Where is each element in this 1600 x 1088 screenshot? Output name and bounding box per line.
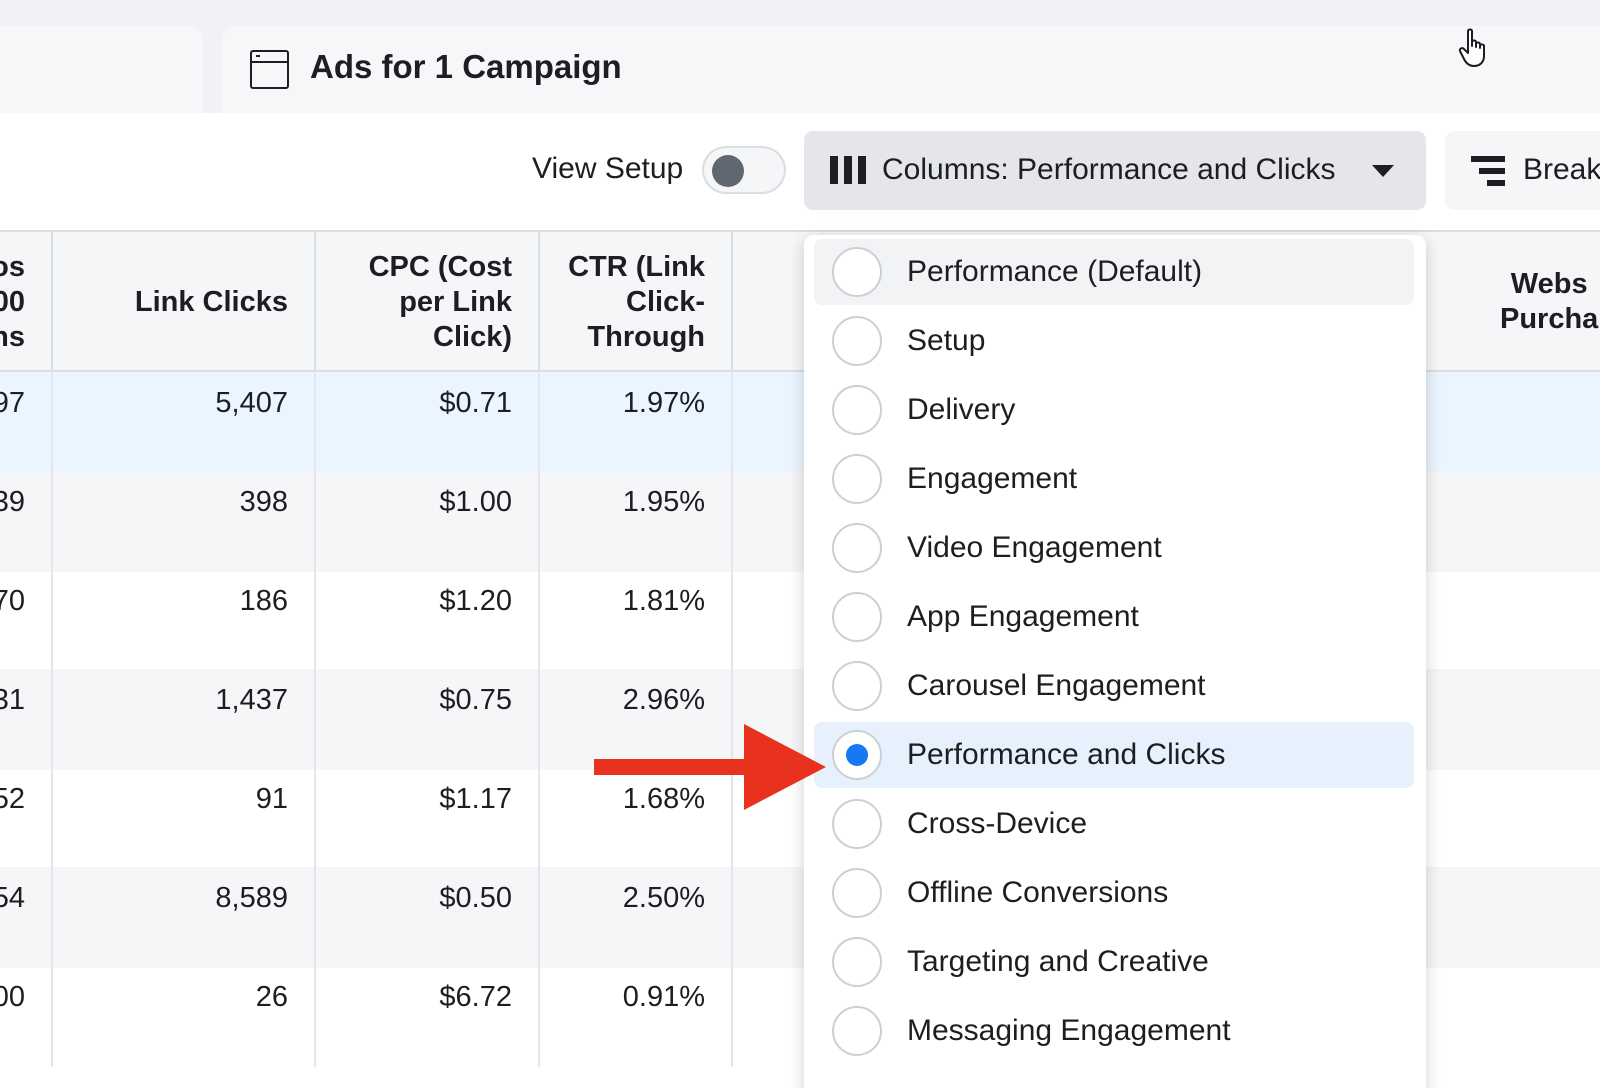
breakdown-button-label: Break: [1523, 153, 1600, 186]
column-header-ctr[interactable]: CTR (Link Click- Through: [540, 232, 733, 372]
column-header-clipped[interactable]: os 00 ns: [0, 232, 53, 372]
view-setup-toggle[interactable]: [702, 146, 786, 194]
cell-clipped: 31: [0, 669, 53, 770]
columns-option[interactable]: Setup: [814, 308, 1414, 374]
radio-button[interactable]: [832, 661, 882, 711]
view-setup-label: View Setup: [532, 152, 684, 185]
cell-link-clicks: 26: [53, 966, 316, 1067]
header-line: Webs: [1510, 268, 1588, 300]
radio-button[interactable]: [832, 523, 882, 573]
hand-pointer-icon: [1458, 28, 1485, 67]
radio-button[interactable]: [832, 385, 882, 435]
radio-button[interactable]: [832, 799, 882, 849]
page-title: Ads for 1 Campaign: [310, 48, 622, 85]
header-line: Link Clicks: [134, 285, 288, 318]
cell-cpc: $1.17: [316, 768, 540, 869]
columns-option-label: Engagement: [907, 462, 1078, 495]
cell-clipped: 52: [0, 768, 53, 869]
cell-link-clicks: 91: [53, 768, 316, 869]
toggle-knob: [712, 155, 744, 187]
header-line: ns: [0, 320, 25, 353]
columns-option[interactable]: Messaging Engagement: [814, 998, 1414, 1064]
columns-option-label: Performance (Default): [907, 255, 1203, 288]
columns-option-label: Offline Conversions: [907, 876, 1169, 909]
cell-cpc: $6.72: [316, 966, 540, 1067]
breakdown-button[interactable]: Break: [1445, 131, 1600, 210]
columns-button-label: Columns: Performance and Clicks: [882, 153, 1336, 186]
header-line: Click-: [626, 285, 705, 318]
cell-clipped: 54: [0, 867, 53, 968]
column-header-website-purchases[interactable]: Webs Purcha: [1430, 232, 1600, 372]
caret-down-icon: [1372, 165, 1394, 177]
arrow-right-icon: [594, 724, 826, 810]
column-header-cpc[interactable]: CPC (Cost per Link Click): [316, 232, 540, 372]
columns-dropdown-button[interactable]: Columns: Performance and Clicks: [804, 131, 1426, 210]
cell-cpc: $1.20: [316, 570, 540, 671]
radio-button[interactable]: [832, 730, 882, 780]
header-line: Click): [433, 320, 512, 353]
cell-clipped: 70: [0, 570, 53, 671]
cell-clipped: 97: [0, 372, 53, 473]
header-line: per Link: [399, 285, 512, 318]
radio-button[interactable]: [832, 1006, 882, 1056]
cell-clipped: 00: [0, 966, 53, 1067]
cell-link-clicks: 1,437: [53, 669, 316, 770]
columns-icon: [830, 156, 868, 184]
columns-option-label: Setup: [907, 324, 986, 357]
header-line: os: [0, 250, 25, 283]
radio-button[interactable]: [832, 868, 882, 918]
previous-tab[interactable]: [0, 26, 203, 121]
columns-option[interactable]: Targeting and Creative: [814, 929, 1414, 995]
cell-link-clicks: 8,589: [53, 867, 316, 968]
cell-ctr: 1.97%: [540, 372, 733, 473]
columns-option[interactable]: Offline Conversions: [814, 860, 1414, 926]
header-line: CTR (Link: [568, 250, 705, 283]
cell-cpc: $0.75: [316, 669, 540, 770]
radio-button[interactable]: [832, 937, 882, 987]
columns-option[interactable]: Video Engagement: [814, 515, 1414, 581]
columns-option[interactable]: Performance (Default): [814, 239, 1414, 305]
header-line: 00: [0, 285, 25, 318]
cell-link-clicks: 5,407: [53, 372, 316, 473]
columns-option[interactable]: Delivery: [814, 377, 1414, 443]
cell-ctr: 0.91%: [540, 966, 733, 1067]
columns-option-label: App Engagement: [907, 600, 1139, 633]
column-header-link-clicks[interactable]: Link Clicks: [53, 232, 316, 372]
window-icon: [250, 50, 289, 89]
columns-option[interactable]: Carousel Engagement: [814, 653, 1414, 719]
radio-button[interactable]: [832, 316, 882, 366]
cell-ctr: 1.95%: [540, 471, 733, 572]
columns-option-label: Messaging Engagement: [907, 1014, 1231, 1047]
radio-button[interactable]: [832, 592, 882, 642]
columns-option-label: Performance and Clicks: [907, 738, 1226, 771]
radio-button[interactable]: [832, 454, 882, 504]
columns-option[interactable]: Engagement: [814, 446, 1414, 512]
cell-link-clicks: 186: [53, 570, 316, 671]
columns-option-label: Targeting and Creative: [907, 945, 1209, 978]
cell-cpc: $0.71: [316, 372, 540, 473]
columns-option-label: Delivery: [907, 393, 1016, 426]
breakdown-icon: [1471, 156, 1505, 186]
columns-option[interactable]: App Engagement: [814, 584, 1414, 650]
cell-cpc: $1.00: [316, 471, 540, 572]
columns-option-label: Video Engagement: [907, 531, 1162, 564]
cell-cpc: $0.50: [316, 867, 540, 968]
columns-option-label: Cross-Device: [907, 807, 1088, 840]
header-line: CPC (Cost: [368, 250, 512, 283]
columns-option[interactable]: Performance and Clicks: [814, 722, 1414, 788]
cell-ctr: 2.50%: [540, 867, 733, 968]
header-line: Through: [587, 320, 705, 353]
columns-option-label: Carousel Engagement: [907, 669, 1206, 702]
cell-link-clicks: 398: [53, 471, 316, 572]
radio-button[interactable]: [832, 247, 882, 297]
radio-dot: [846, 744, 868, 766]
header-line: Purcha: [1500, 303, 1599, 335]
columns-option[interactable]: Cross-Device: [814, 791, 1414, 857]
columns-dropdown-menu: Performance (Default) Setup Delivery Engage…: [804, 235, 1426, 1088]
cell-ctr: 1.81%: [540, 570, 733, 671]
cell-clipped: 39: [0, 471, 53, 572]
